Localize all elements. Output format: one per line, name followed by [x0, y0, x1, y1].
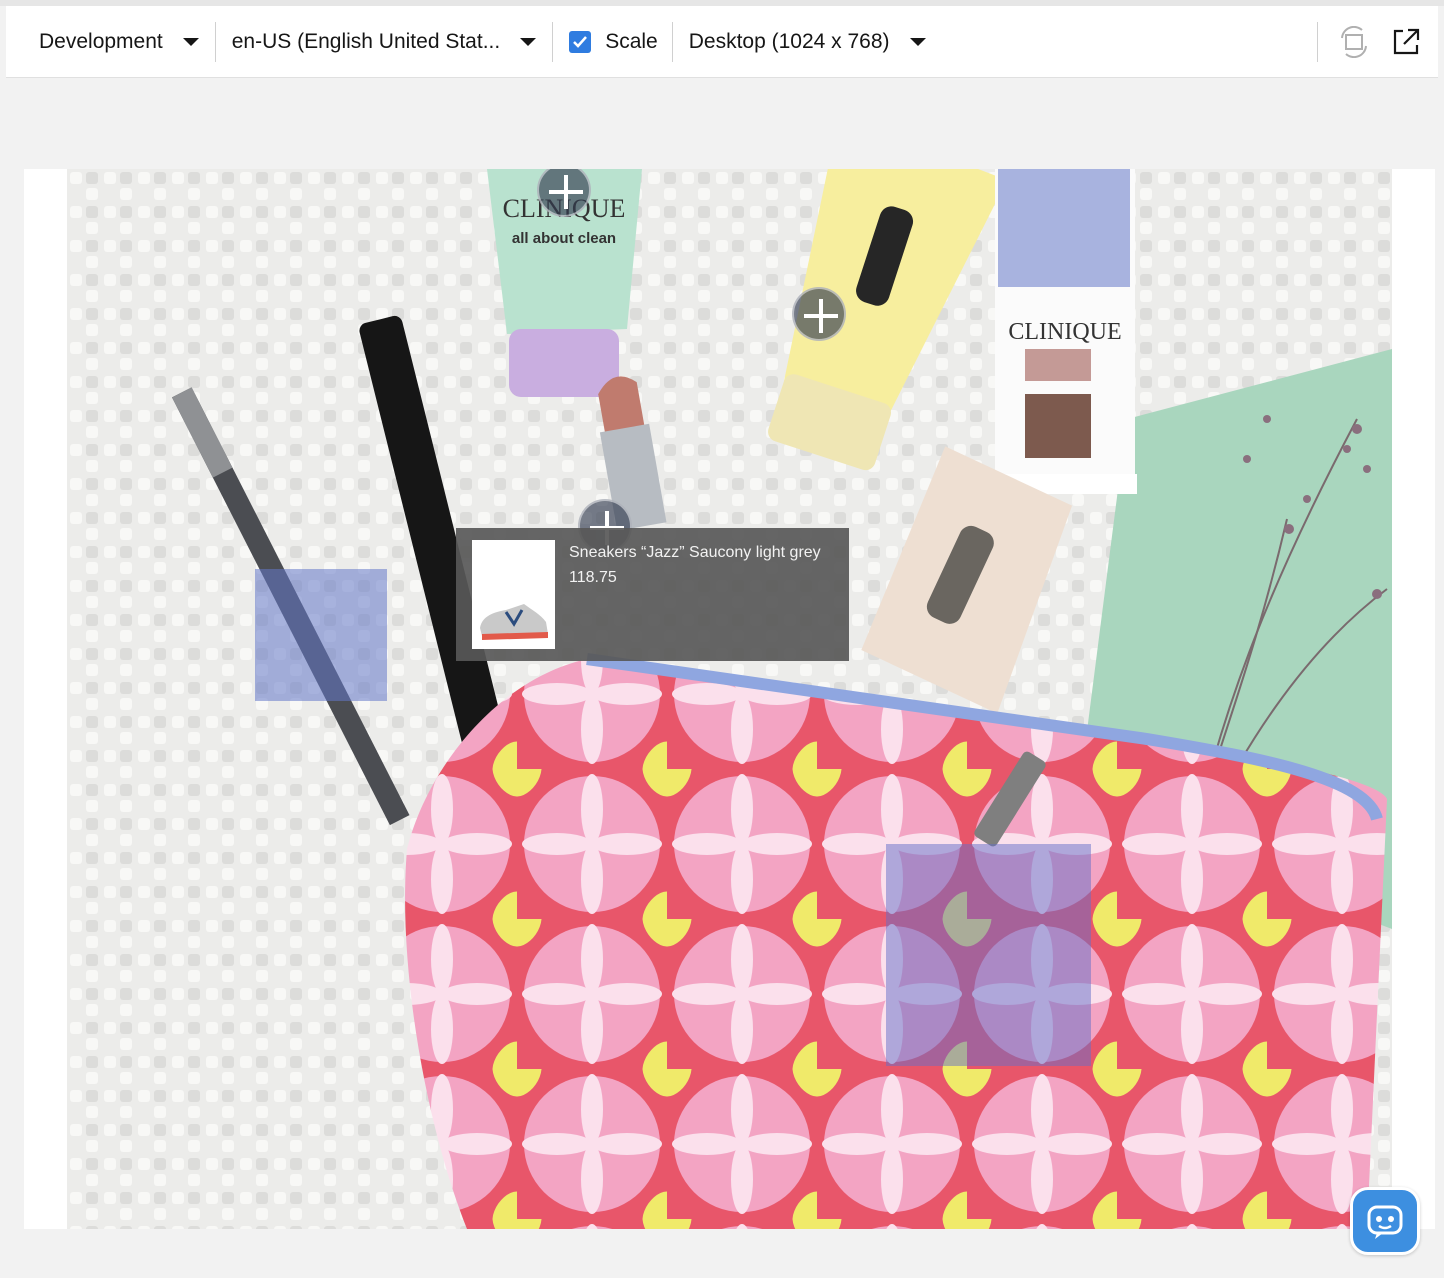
scale-label: Scale — [605, 29, 658, 53]
hotspot-area[interactable] — [255, 569, 387, 701]
locale-dropdown[interactable]: en-US (English United Stat... — [216, 6, 552, 78]
device-value: Desktop (1024 x 768) — [688, 29, 890, 53]
toolbar-actions — [1317, 6, 1438, 78]
device-dropdown[interactable]: Desktop (1024 x 768) — [673, 6, 942, 78]
hotspot-area[interactable] — [998, 169, 1130, 287]
locale-value: en-US (English United Stat... — [231, 29, 501, 53]
chevron-down-icon — [520, 37, 537, 46]
preview-canvas: CLINIQUE all about clean — [24, 169, 1435, 1229]
app-frame: Development en-US (English United Stat..… — [0, 0, 1444, 1278]
rotate-icon[interactable] — [1334, 22, 1374, 62]
product-thumbnail — [472, 540, 555, 649]
assistant-bot-button[interactable] — [1350, 1187, 1420, 1255]
environment-dropdown[interactable]: Development — [6, 6, 215, 78]
scale-checkbox[interactable]: Scale — [553, 6, 672, 78]
palette-brand: CLINIQUE — [1008, 319, 1121, 345]
robot-icon — [1367, 1205, 1403, 1239]
product-name: Sneakers “Jazz” Saucony light grey — [569, 544, 821, 561]
product-info: Sneakers “Jazz” Saucony light grey 118.7… — [569, 540, 821, 649]
product-tooltip[interactable]: Sneakers “Jazz” Saucony light grey 118.7… — [456, 528, 849, 661]
chevron-down-icon — [909, 37, 926, 46]
product-price: 118.75 — [569, 569, 617, 586]
checkbox-checked-icon[interactable] — [569, 30, 592, 53]
chevron-down-icon — [182, 37, 199, 46]
hotspot-plus-icon[interactable] — [792, 287, 846, 341]
tube1-name: all about clean — [512, 230, 616, 247]
preview-toolbar: Development en-US (English United Stat..… — [6, 6, 1438, 78]
environment-value: Development — [39, 29, 163, 53]
external-link-icon[interactable] — [1386, 22, 1426, 62]
hotspot-area[interactable] — [886, 844, 1091, 1066]
hotspot-image: CLINIQUE all about clean — [67, 169, 1392, 1229]
divider — [1317, 22, 1318, 62]
sneaker-image — [480, 604, 548, 640]
